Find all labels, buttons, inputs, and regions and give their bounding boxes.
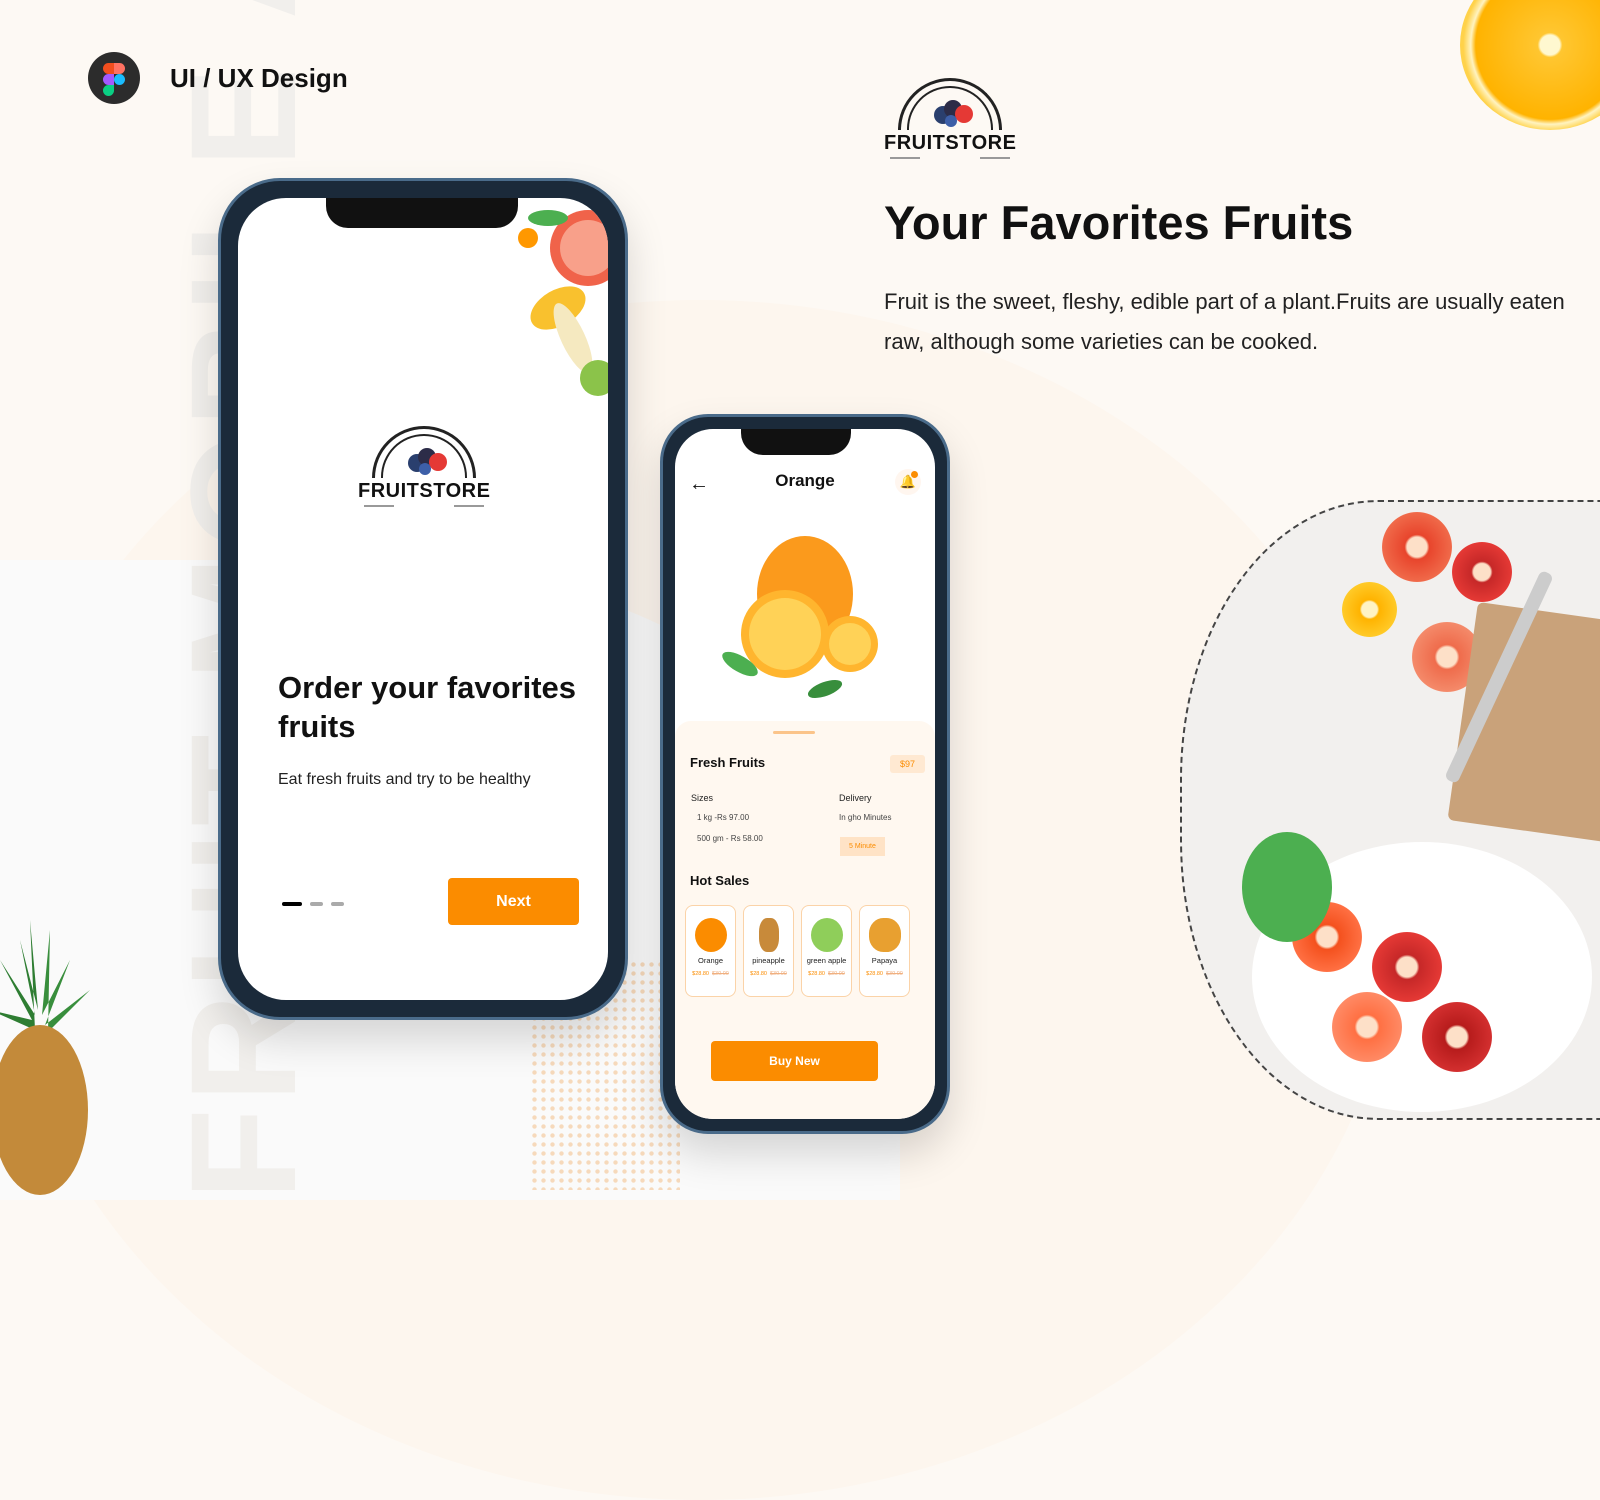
product-phone: ← Orange 🔔 Fresh Fruits $97 Sizes 1 kg -… [660,414,950,1134]
pineapple-image [0,920,90,1195]
logo-text: FRUITSTORE [358,480,491,502]
size-option[interactable]: 500 gm - Rs 58.00 [697,834,763,843]
product-name: green apple [806,956,847,965]
product-card[interactable]: Papaya $28.80 $30.00 [859,905,910,997]
product-name: Orange [697,956,724,965]
next-button[interactable]: Next [448,878,579,925]
buy-button[interactable]: Buy New [711,1041,878,1081]
brand-header: UI / UX Design [88,52,348,104]
logo-arch-icon [372,426,477,478]
orange-product-image [722,536,878,699]
product-card[interactable]: pineapple $28.80 $30.00 [743,905,794,997]
page-dot[interactable] [310,902,323,906]
logo-text: FRUITSTORE [884,132,1017,154]
hot-sales-title: Hot Sales [690,873,750,888]
figma-icon [88,52,140,104]
product-screen: ← Orange 🔔 Fresh Fruits $97 Sizes 1 kg -… [675,429,935,1119]
delivery-time-tag: 5 Minute [840,837,885,856]
product-price: $28.80 $30.00 [692,971,729,977]
orange-slice-image [1460,0,1600,130]
phone-notch [741,429,851,455]
delivery-label: Delivery [839,793,872,803]
product-price: $28.80 $30.00 [866,971,903,977]
brand-title: UI / UX Design [170,62,348,93]
papaya-icon [868,918,901,952]
product-name: pineapple [752,956,785,965]
onboarding-screen: FRUITSTORE Order your favorites fruits E… [238,198,608,1000]
section-title: Fresh Fruits [690,755,766,770]
onboarding-headline: Order your favorites fruits [278,670,577,744]
hero-headline: Your Favorites Fruits [884,196,1354,249]
grapefruit-photo [1180,500,1600,1120]
delivery-text: In gho Minutes [839,813,892,822]
drag-handle[interactable] [773,731,815,734]
onboarding-subtitle: Eat fresh fruits and try to be healthy [278,771,531,788]
page-indicator[interactable] [282,902,344,906]
page-dot[interactable] [331,902,344,906]
pineapple-icon [758,918,779,952]
notification-badge [911,471,918,478]
green-apple-icon [810,918,843,952]
price-badge: $97 [889,755,925,773]
phone-notch [326,198,518,228]
product-card[interactable]: Orange $28.80 $30.00 [685,905,736,997]
product-card[interactable]: green apple $28.80 $30.00 [801,905,852,997]
logo-arch-icon [898,78,1003,130]
hot-sales-list: Orange $28.80 $30.00 pineapple $28.80 $30.… [685,905,910,997]
product-name: Papaya [871,956,898,965]
orange-icon [694,918,727,952]
product-header: ← Orange 🔔 [675,469,935,499]
app-logo: FRUITSTORE [358,426,490,507]
size-option[interactable]: 1 kg -Rs 97.00 [697,813,749,822]
page-dot-active[interactable] [282,902,302,906]
hero-logo: FRUITSTORE [884,78,1016,159]
bell-icon[interactable]: 🔔 [895,469,921,495]
product-price: $28.80 $30.00 [750,971,787,977]
onboarding-phone: FRUITSTORE Order your favorites fruits E… [218,178,628,1020]
product-details-sheet: Fresh Fruits $97 Sizes 1 kg -Rs 97.00 50… [675,721,935,1119]
hero-description: Fruit is the sweet, fleshy, edible part … [884,289,1565,354]
fruit-splash-image [518,210,608,396]
sizes-label: Sizes [691,793,714,803]
product-price: $28.80 $30.00 [808,971,845,977]
